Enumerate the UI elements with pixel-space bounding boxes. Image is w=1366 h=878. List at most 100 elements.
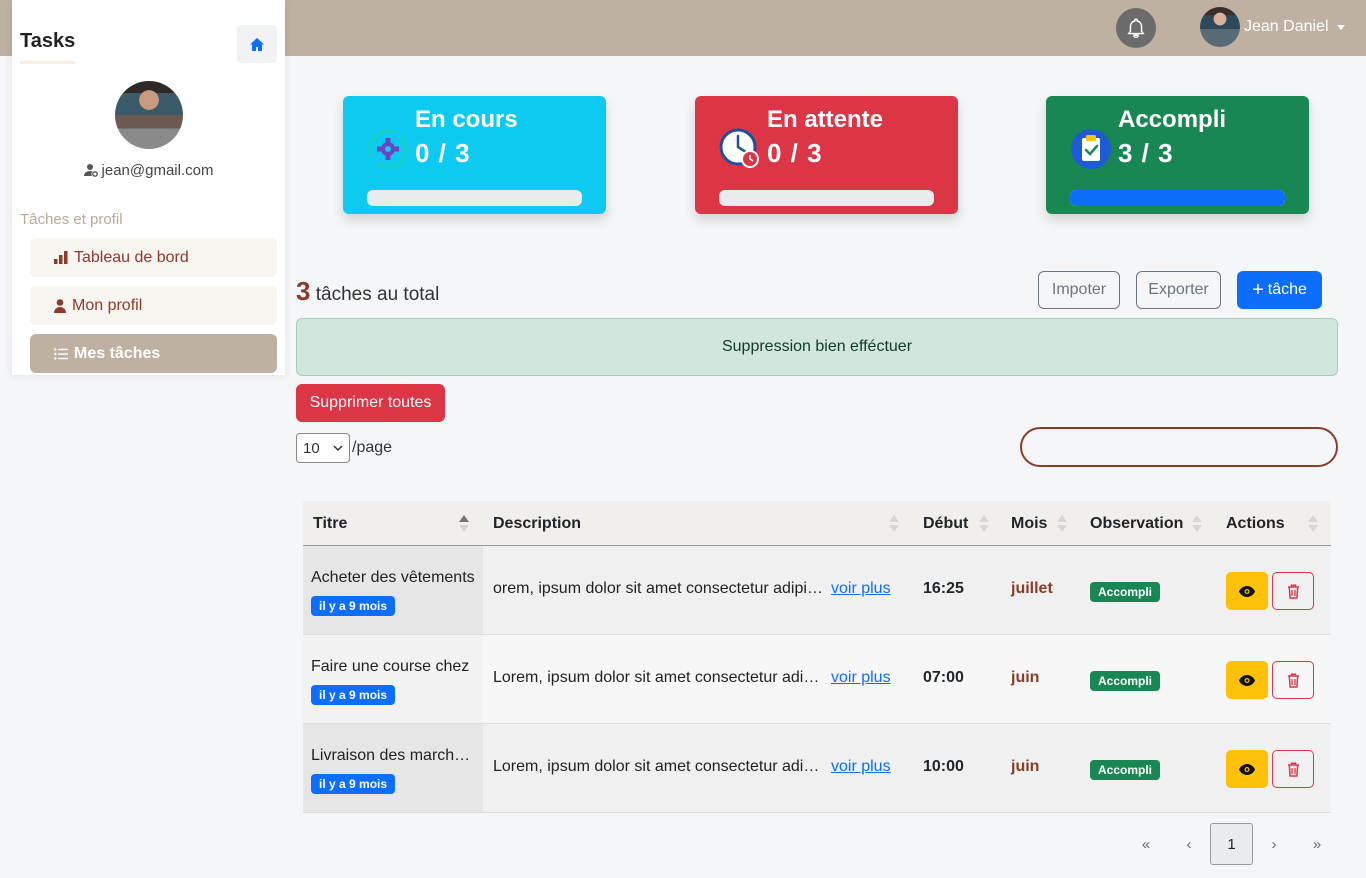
column-header-titre[interactable]: Titre — [313, 501, 347, 546]
column-header-description[interactable]: Description — [493, 501, 581, 546]
task-total-label: tâches au total — [315, 284, 440, 305]
age-badge: il y a 9 mois — [311, 596, 396, 616]
title-cell: Livraison des marchandises il y a 9 mois — [303, 724, 483, 812]
per-page-select[interactable]: 10 — [296, 433, 350, 463]
task-description: orem, ipsum dolor sit amet consectetur a… — [493, 580, 827, 597]
progress-bar — [719, 190, 934, 206]
success-alert: Suppression bien efféctuer — [296, 318, 1338, 376]
column-label: Actions — [1226, 514, 1285, 532]
eye-icon — [1239, 674, 1255, 686]
sort-icon[interactable] — [1192, 515, 1202, 533]
description-cell: Lorem, ipsum dolor sit amet consectetur … — [493, 758, 891, 776]
pagination-current-page[interactable]: 1 — [1210, 823, 1253, 865]
column-header-mois[interactable]: Mois — [1011, 501, 1047, 546]
card-count: 3 / 3 — [1118, 138, 1174, 168]
view-button[interactable] — [1226, 572, 1268, 610]
status-badge: Accompli — [1090, 760, 1161, 780]
stat-card-en-attente: En attente 0 / 3 — [695, 96, 958, 214]
delete-button[interactable] — [1272, 750, 1314, 788]
status-badge: Accompli — [1090, 582, 1161, 602]
column-label: Début — [923, 514, 969, 532]
sort-icon[interactable] — [889, 515, 899, 533]
table-header: Titre Description Début Mois Observation… — [303, 501, 1331, 546]
pagination-next[interactable]: › — [1260, 823, 1288, 865]
task-title: Livraison des marchandises — [311, 747, 475, 764]
gear-icon — [367, 128, 409, 170]
profile-email: jean@gmail.com — [12, 162, 285, 179]
pagination-prev[interactable]: ‹ — [1175, 823, 1203, 865]
clock-icon — [719, 128, 761, 170]
task-description: Lorem, ipsum dolor sit amet consectetur … — [493, 758, 827, 775]
column-header-debut[interactable]: Début — [923, 501, 968, 546]
delete-button[interactable] — [1272, 572, 1314, 610]
column-header-actions[interactable]: Actions — [1226, 501, 1285, 546]
progress-bar — [367, 190, 582, 206]
status-badge: Accompli — [1090, 671, 1161, 691]
title-cell: Faire une course chez il y a 9 mois — [303, 635, 483, 723]
chevron-down-icon — [333, 444, 343, 451]
home-button[interactable] — [237, 25, 277, 63]
column-label: Observation — [1090, 514, 1184, 532]
sidebar-item-mon-profil[interactable]: Mon profil — [30, 286, 277, 325]
export-button[interactable]: Exporter — [1136, 271, 1221, 309]
sort-icon[interactable] — [1057, 515, 1067, 533]
table-row: Livraison des marchandises il y a 9 mois… — [303, 724, 1331, 813]
read-more-link[interactable]: voir plus — [831, 669, 891, 686]
plus-icon: + — [1252, 278, 1264, 301]
table-row: Acheter des vêtements il y a 9 mois orem… — [303, 546, 1331, 635]
section-label: Tâches et profil — [20, 211, 123, 228]
notification-bell-button[interactable] — [1116, 8, 1156, 48]
sort-icon[interactable] — [979, 515, 989, 533]
column-label: Mois — [1011, 514, 1048, 532]
avatar — [1200, 7, 1240, 47]
home-icon — [250, 37, 264, 51]
task-title: Acheter des vêtements — [311, 569, 475, 586]
title-cell: Acheter des vêtements il y a 9 mois — [303, 546, 483, 634]
read-more-link[interactable]: voir plus — [831, 580, 891, 597]
sort-icon[interactable] — [459, 515, 469, 533]
delete-button[interactable] — [1272, 661, 1314, 699]
user-name: Jean Daniel — [1244, 18, 1329, 35]
table-row: Faire une course chez il y a 9 mois Lore… — [303, 635, 1331, 724]
task-month: juin — [1011, 669, 1040, 686]
description-cell: orem, ipsum dolor sit amet consectetur a… — [493, 580, 891, 598]
view-button[interactable] — [1226, 661, 1268, 699]
task-total: 3 tâches au total — [296, 276, 439, 307]
sidebar-item-label: Tableau de bord — [74, 248, 189, 266]
search-input[interactable] — [1020, 427, 1338, 467]
sidebar-item-tableau-de-bord[interactable]: Tableau de bord — [30, 238, 277, 277]
profile-email-text: jean@gmail.com — [101, 162, 214, 179]
sidebar-item-mes-taches[interactable]: Mes tâches — [30, 334, 277, 373]
profile-avatar — [115, 81, 183, 149]
per-page-control: 10 /page — [296, 433, 392, 463]
description-cell: Lorem, ipsum dolor sit amet consectetur … — [493, 669, 891, 687]
age-badge: il y a 9 mois — [311, 685, 396, 705]
import-button[interactable]: Impoter — [1038, 271, 1120, 309]
pagination-first[interactable]: « — [1132, 823, 1160, 865]
task-start-time: 10:00 — [923, 758, 964, 775]
trash-icon — [1287, 584, 1299, 599]
task-start-time: 16:25 — [923, 580, 964, 597]
card-title: En cours — [415, 106, 518, 133]
sidebar-item-label: Mes tâches — [74, 344, 161, 362]
view-button[interactable] — [1226, 750, 1268, 788]
read-more-link[interactable]: voir plus — [831, 758, 891, 775]
column-label: Titre — [313, 514, 348, 532]
task-total-count: 3 — [296, 276, 311, 306]
list-icon — [54, 347, 68, 360]
task-month: juillet — [1011, 580, 1053, 597]
tasks-table: Titre Description Début Mois Observation… — [303, 501, 1331, 813]
brand-title: Tasks — [20, 30, 76, 64]
stat-card-en-cours: En cours 0 / 3 — [343, 96, 606, 214]
per-page-suffix: /page — [352, 439, 393, 456]
sort-icon[interactable] — [1308, 515, 1318, 533]
delete-all-button[interactable]: Supprimer toutes — [296, 384, 445, 422]
card-title: En attente — [767, 106, 884, 133]
column-header-observation[interactable]: Observation — [1090, 501, 1183, 546]
user-menu-dropdown[interactable]: Jean Daniel — [1200, 7, 1345, 47]
per-page-value: 10 — [303, 439, 320, 457]
pagination-last[interactable]: » — [1303, 823, 1331, 865]
trash-icon — [1287, 673, 1299, 688]
age-badge: il y a 9 mois — [311, 774, 396, 794]
add-task-button[interactable]: + tâche — [1237, 271, 1322, 309]
